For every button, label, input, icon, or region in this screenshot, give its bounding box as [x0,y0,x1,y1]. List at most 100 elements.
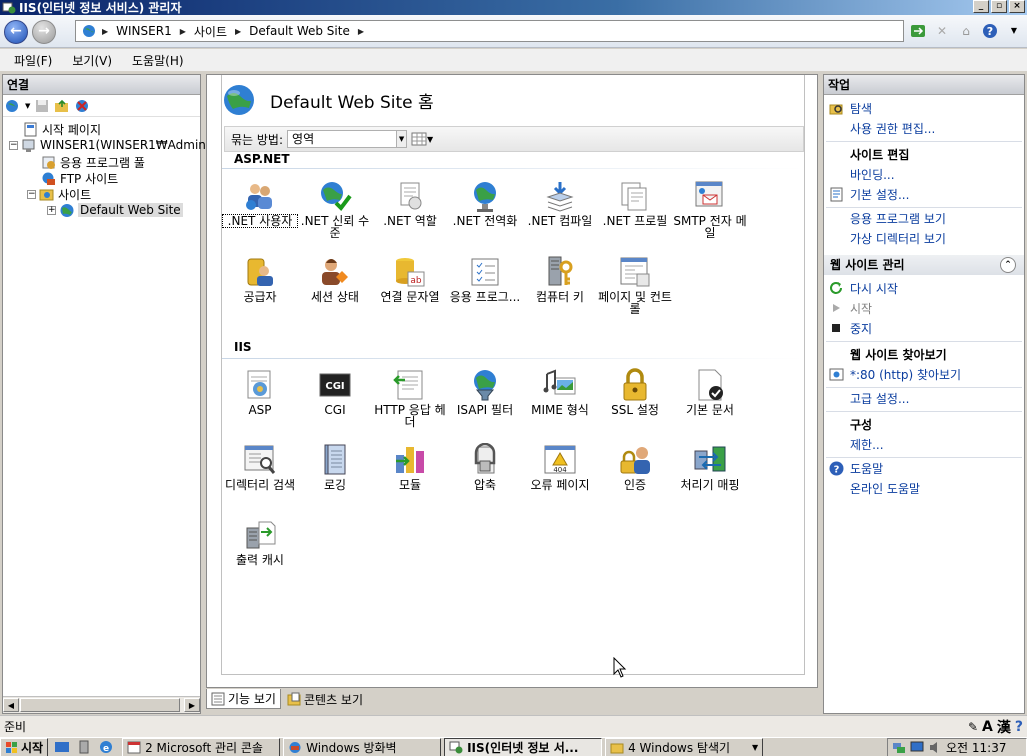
ie-icon[interactable]: e [98,740,114,754]
action-online-help[interactable]: 온라인 도움말 [828,479,920,497]
network-icon[interactable] [892,741,906,754]
action-view-applications[interactable]: 응용 프로그램 보기 [828,209,946,227]
ime-icon[interactable]: ✎ [968,720,978,734]
feature-directory-browsing[interactable]: 디렉터리 검색 [223,443,297,491]
feature-mime-types[interactable]: MIME 형식 [523,368,597,416]
task-iis-manager[interactable]: IIS(인터넷 정보 서... [444,738,603,756]
feature-pages-controls[interactable]: 페이지 및 컨트롤 [598,255,672,315]
feature-net-users[interactable]: .NET 사용자 [222,179,298,228]
connect-icon[interactable] [5,98,21,114]
tree-item-default-web-site[interactable]: + Default Web Site [47,202,183,218]
close-button[interactable]: × [1009,0,1025,13]
start-button[interactable]: 시작 [0,738,49,756]
scroll-right-icon[interactable]: ▶ [184,698,200,712]
group-by-select[interactable]: 영역 ▼ [287,130,408,148]
tree-item-ftp-sites[interactable]: FTP 사이트 [41,170,118,186]
feature-logging[interactable]: 로깅 [298,443,372,491]
action-advanced-settings[interactable]: 고급 설정... [828,389,909,407]
action-browse-http[interactable]: *:80 (http) 찾아보기 [828,365,961,383]
forward-button[interactable]: → [32,20,56,44]
breadcrumb-arrow-icon[interactable]: ▶ [180,27,186,36]
tree-item-app-pools[interactable]: 응용 프로그램 풀 [41,154,145,170]
save-icon[interactable] [34,98,50,114]
server-manager-icon[interactable] [76,740,92,754]
feature-output-caching[interactable]: 출력 캐시 [223,518,297,566]
feature-net-profile[interactable]: .NET 프로필 [598,179,672,227]
feature-cgi[interactable]: CGI CGI [298,368,372,416]
up-folder-icon[interactable] [54,98,70,114]
menu-file[interactable]: 파일(F) [14,52,52,69]
feature-compression[interactable]: 압축 [448,443,522,491]
refresh-icon[interactable] [909,22,927,39]
menu-view[interactable]: 보기(V) [72,52,112,69]
action-view-virtual-dirs[interactable]: 가상 디렉터리 보기 [828,229,946,247]
tab-features-view[interactable]: 기능 보기 [206,689,281,709]
feature-modules[interactable]: 모듈 [373,443,447,491]
feature-machine-key[interactable]: 컴퓨터 키 [523,255,597,303]
task-firewall[interactable]: Windows 방화벽 [283,738,442,756]
clock[interactable]: 오전 11:37 [946,739,1006,756]
scroll-thumb[interactable] [20,698,180,712]
monitor-icon[interactable] [910,741,924,754]
breadcrumb-server[interactable]: WINSER1 [116,24,172,38]
chevron-down-icon[interactable]: ▼ [752,743,758,752]
chevron-down-icon[interactable]: ▼ [427,135,433,144]
tree-item-server[interactable]: − WINSER1(WINSER1₩Admin [9,137,206,153]
horizontal-scrollbar[interactable]: ◀ ▶ [3,696,200,713]
action-start[interactable]: 시작 [828,299,872,317]
menu-help[interactable]: 도움말(H) [132,52,184,69]
feature-session-state[interactable]: 세션 상태 [298,255,372,303]
feature-asp[interactable]: ASP [223,368,297,416]
scroll-left-icon[interactable]: ◀ [3,698,19,712]
action-basic-settings[interactable]: 기본 설정... [828,185,909,203]
feature-net-trust-levels[interactable]: .NET 신뢰 수준 [298,179,372,239]
view-mode-select[interactable]: ▼ [411,130,437,148]
collapse-chevron-up-icon[interactable]: ⌃ [1000,257,1016,273]
action-edit-permissions[interactable]: 사용 권한 편집... [828,119,935,137]
tree-item-sites[interactable]: − 사이트 [27,186,91,202]
feature-handler-mappings[interactable]: 처리기 매핑 [673,443,747,491]
feature-isapi-filters[interactable]: ISAPI 필터 [448,368,522,416]
breadcrumb-arrow-icon[interactable]: ▶ [235,27,241,36]
collapse-icon[interactable]: − [9,140,18,150]
tab-content-view[interactable]: 콘텐츠 보기 [283,689,367,709]
feature-http-response-headers[interactable]: HTTP 응답 헤더 [373,368,447,428]
task-mmc[interactable]: 2 Microsoft 관리 콘솔 [122,738,281,756]
tree-item-start-page[interactable]: 시작 페이지 [23,121,101,137]
breadcrumb-arrow-icon[interactable]: ▶ [358,27,364,36]
breadcrumb-arrow-icon[interactable]: ▶ [102,27,108,36]
feature-net-globalization[interactable]: .NET 전역화 [448,179,522,227]
address-bar[interactable]: ▶ WINSER1 ▶ 사이트 ▶ Default Web Site ▶ [75,20,904,42]
back-button[interactable]: ← [4,20,28,44]
help-icon[interactable]: ? [981,22,999,39]
action-explore[interactable]: 탐색 [828,99,872,117]
volume-icon[interactable] [928,741,942,754]
feature-net-compilation[interactable]: .NET 컴파일 [523,179,597,227]
hanja-icon[interactable]: 漢 [997,717,1011,737]
help-dropdown-icon[interactable]: ▼ [1005,22,1023,39]
disconnect-icon[interactable] [74,98,90,114]
action-limits[interactable]: 제한... [828,435,884,453]
action-bindings[interactable]: 바인딩... [828,165,895,183]
action-stop[interactable]: 중지 [828,319,872,337]
show-desktop-icon[interactable] [54,740,70,754]
stop-icon[interactable]: ✕ [933,22,951,39]
feature-error-pages[interactable]: 404 오류 페이지 [523,443,597,491]
feature-connection-strings[interactable]: ab 연결 문자열 [373,255,447,303]
chevron-down-icon[interactable]: ▼ [396,130,408,148]
feature-ssl-settings[interactable]: SSL 설정 [598,368,672,416]
collapse-icon[interactable]: − [27,189,36,199]
breadcrumb-sites[interactable]: 사이트 [194,23,227,40]
input-mode-icon[interactable]: A [982,719,993,735]
feature-default-document[interactable]: 기본 문서 [673,368,747,416]
action-help[interactable]: ? 도움말 [828,459,883,477]
feature-app-settings[interactable]: 응용 프로그... [448,255,522,303]
restore-button[interactable]: ▫ [991,0,1007,13]
feature-authentication[interactable]: 인증 [598,443,672,491]
feature-smtp-email[interactable]: SMTP 전자 메일 [673,179,747,239]
help-icon[interactable]: ? [1015,719,1023,735]
action-restart[interactable]: 다시 시작 [828,279,898,297]
minimize-button[interactable]: _ [973,0,989,13]
task-explorer[interactable]: 4 Windows 탐색기 ▼ [605,738,764,756]
feature-providers[interactable]: 공급자 [223,255,297,303]
